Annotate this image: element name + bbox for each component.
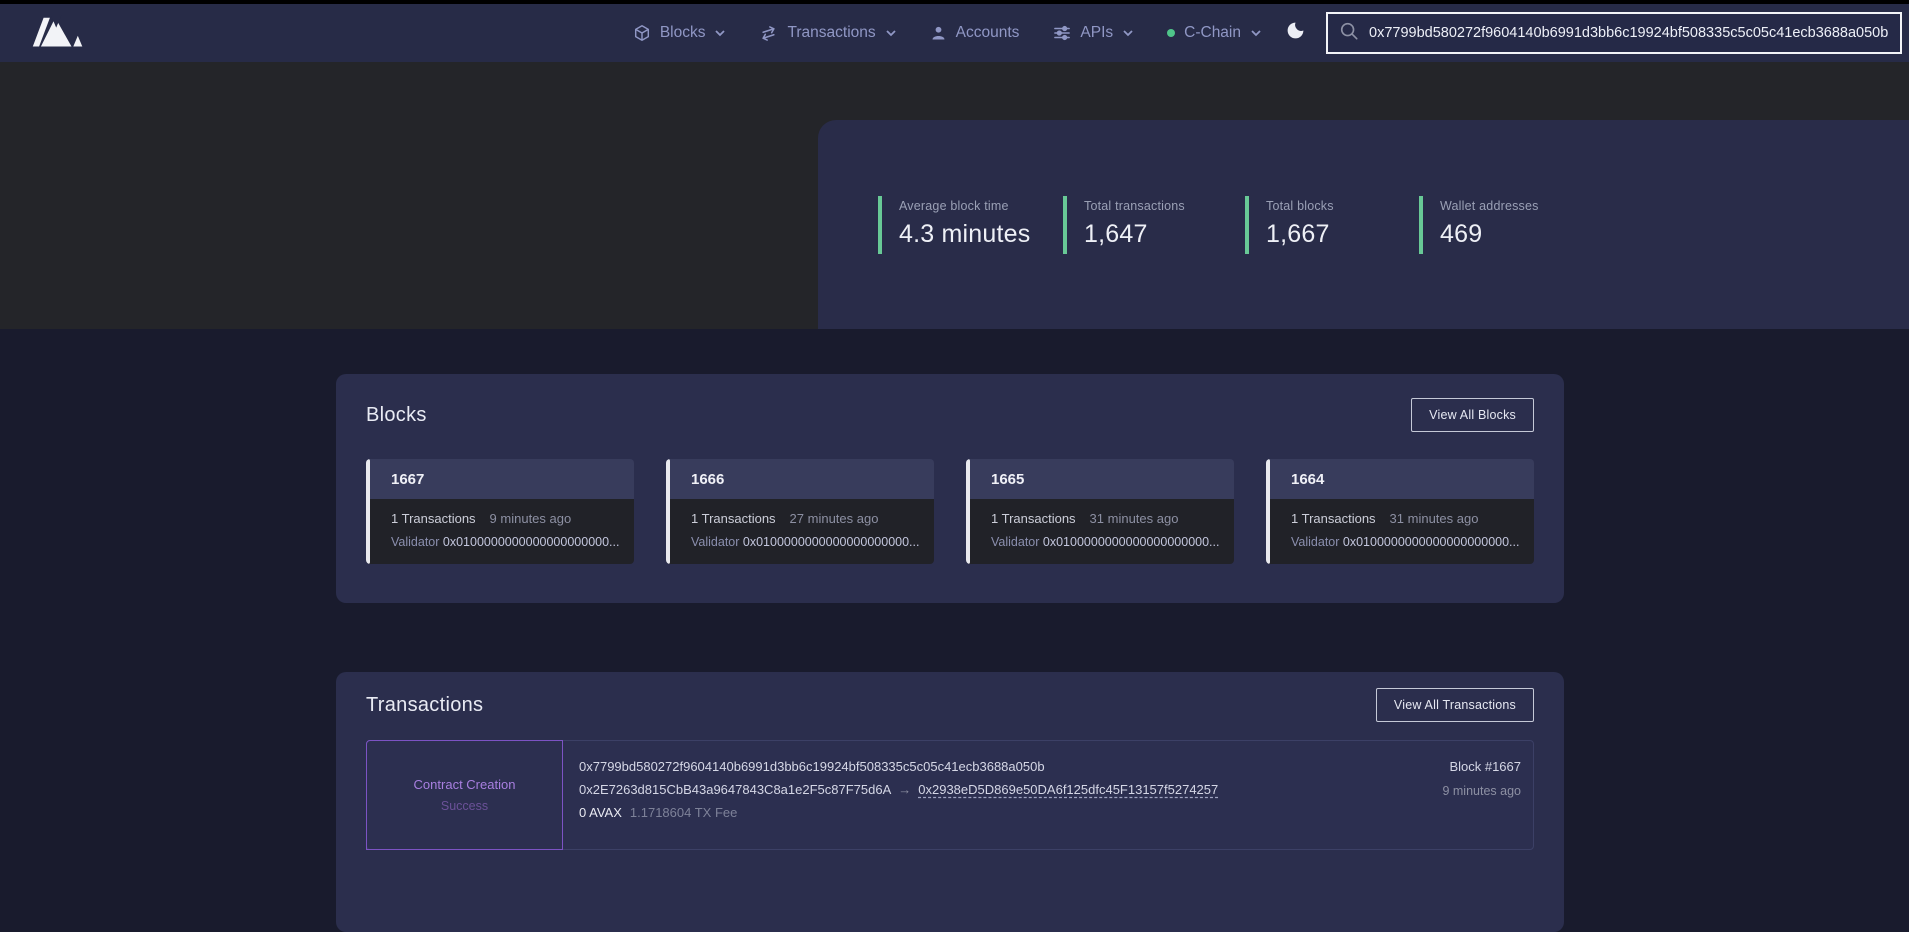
nav-item-label: Blocks <box>660 24 706 42</box>
blocks-section-title: Blocks <box>366 400 427 430</box>
nav-item-label: C-Chain <box>1184 24 1241 42</box>
block-number[interactable]: 1667 <box>391 471 424 488</box>
transactions-section-card: Transactions View All Transactions Contr… <box>336 672 1564 932</box>
stat-label: Total transactions <box>1084 199 1245 213</box>
stat-total-blocks: Total blocks 1,667 <box>1245 196 1419 254</box>
validator-label: Validator <box>391 535 439 549</box>
network-stats-card: Average block time 4.3 minutes Total tra… <box>818 120 1909 329</box>
validator-label: Validator <box>1291 535 1339 549</box>
chevron-down-icon <box>886 30 896 37</box>
transaction-time-ago: 9 minutes ago <box>1442 784 1521 798</box>
stat-wallet-addresses: Wallet addresses 469 <box>1419 196 1539 254</box>
stat-value: 469 <box>1440 220 1539 249</box>
transfer-arrows-icon <box>759 25 778 42</box>
block-tx-count: 1 Transactions <box>391 511 476 526</box>
block-number[interactable]: 1665 <box>991 471 1024 488</box>
block-tx-count: 1 Transactions <box>1291 511 1376 526</box>
stat-total-transactions: Total transactions 1,647 <box>1063 196 1245 254</box>
stat-value: 1,667 <box>1266 220 1419 249</box>
stat-average-block-time: Average block time 4.3 minutes <box>878 196 1063 254</box>
block-card-1667[interactable]: 1667 1 Transactions 9 minutes ago Validat… <box>366 459 634 564</box>
navbar: Blocks Transactions <box>0 4 1909 62</box>
validator-address[interactable]: 0x0100000000000000000000... <box>743 535 920 549</box>
transaction-from-address[interactable]: 0x2E7263d815CbB43a9647843C8a1e2F5c87F75d… <box>579 782 891 797</box>
block-tx-count: 1 Transactions <box>691 511 776 526</box>
chevron-down-icon <box>1123 30 1133 37</box>
transaction-type: Contract Creation <box>414 777 516 792</box>
transaction-amount: 0 AVAX <box>579 805 622 820</box>
chevron-down-icon <box>1251 30 1261 37</box>
cube-icon <box>633 24 651 42</box>
validator-label: Validator <box>691 535 739 549</box>
block-time-ago: 31 minutes ago <box>1090 511 1179 526</box>
status-dot-icon <box>1167 29 1175 37</box>
nav-item-label: Accounts <box>956 24 1020 42</box>
block-time-ago: 27 minutes ago <box>790 511 879 526</box>
search-box <box>1326 12 1902 54</box>
block-tx-count: 1 Transactions <box>991 511 1076 526</box>
avalanche-logo-icon[interactable] <box>28 15 88 51</box>
nav-item-label: APIs <box>1080 24 1113 42</box>
block-time-ago: 31 minutes ago <box>1390 511 1479 526</box>
view-all-transactions-button[interactable]: View All Transactions <box>1376 688 1534 722</box>
block-card-1664[interactable]: 1664 1 Transactions 31 minutes ago Valida… <box>1266 459 1534 564</box>
latest-blocks-list: 1667 1 Transactions 9 minutes ago Validat… <box>366 459 1534 564</box>
theme-toggle-button[interactable] <box>1285 20 1306 46</box>
transaction-meta: Block #1667 9 minutes ago <box>1442 741 1533 849</box>
validator-address[interactable]: 0x0100000000000000000000... <box>1043 535 1220 549</box>
arrow-right-icon: → <box>898 782 911 797</box>
view-all-blocks-button[interactable]: View All Blocks <box>1411 398 1534 432</box>
moon-icon <box>1285 20 1306 46</box>
hero-section: Average block time 4.3 minutes Total tra… <box>0 62 1909 329</box>
blocks-section-header: Blocks View All Blocks <box>366 398 1534 432</box>
nav-item-label: Transactions <box>787 24 875 42</box>
stat-value: 4.3 minutes <box>899 220 1063 249</box>
search-input[interactable] <box>1369 14 1900 52</box>
transaction-status-badge: Success <box>441 799 488 813</box>
transactions-section-title: Transactions <box>366 690 483 720</box>
nav-item-transactions[interactable]: Transactions <box>759 24 895 42</box>
nav-item-accounts[interactable]: Accounts <box>930 24 1020 42</box>
validator-address[interactable]: 0x0100000000000000000000... <box>443 535 620 549</box>
blocks-section-card: Blocks View All Blocks 1667 1 Transactio… <box>336 374 1564 603</box>
stat-label: Total blocks <box>1266 199 1419 213</box>
transaction-block-link[interactable]: Block #1667 <box>1442 759 1521 774</box>
validator-label: Validator <box>991 535 1039 549</box>
block-number[interactable]: 1666 <box>691 471 724 488</box>
block-card-1665[interactable]: 1665 1 Transactions 31 minutes ago Valida… <box>966 459 1234 564</box>
stat-label: Average block time <box>899 199 1063 213</box>
transaction-to-address[interactable]: 0x2938eD5D869e50DA6f125dfc45F13157f52742… <box>918 782 1218 797</box>
nav-item-blocks[interactable]: Blocks <box>633 24 726 42</box>
person-icon <box>930 25 947 42</box>
transaction-type-cell: Contract Creation Success <box>366 740 563 850</box>
search-icon <box>1339 21 1369 46</box>
sliders-icon <box>1053 25 1071 41</box>
stat-value: 1,647 <box>1084 220 1245 249</box>
transaction-row[interactable]: Contract Creation Success 0x7799bd580272… <box>366 740 1534 850</box>
chevron-down-icon <box>715 30 725 37</box>
nav-menu: Blocks Transactions <box>633 24 1261 42</box>
transaction-hash[interactable]: 0x7799bd580272f9604140b6991d3bb6c19924bf… <box>579 759 1218 774</box>
stat-label: Wallet addresses <box>1440 199 1539 213</box>
transactions-section-header: Transactions View All Transactions <box>366 688 1534 722</box>
block-card-1666[interactable]: 1666 1 Transactions 27 minutes ago Valida… <box>666 459 934 564</box>
transaction-fee: 1.1718604 TX Fee <box>630 805 737 820</box>
block-time-ago: 9 minutes ago <box>490 511 572 526</box>
nav-item-network-selector[interactable]: C-Chain <box>1167 24 1261 42</box>
transaction-details: 0x7799bd580272f9604140b6991d3bb6c19924bf… <box>563 741 1218 849</box>
validator-address[interactable]: 0x0100000000000000000000... <box>1343 535 1520 549</box>
nav-item-apis[interactable]: APIs <box>1053 24 1133 42</box>
block-number[interactable]: 1664 <box>1291 471 1324 488</box>
